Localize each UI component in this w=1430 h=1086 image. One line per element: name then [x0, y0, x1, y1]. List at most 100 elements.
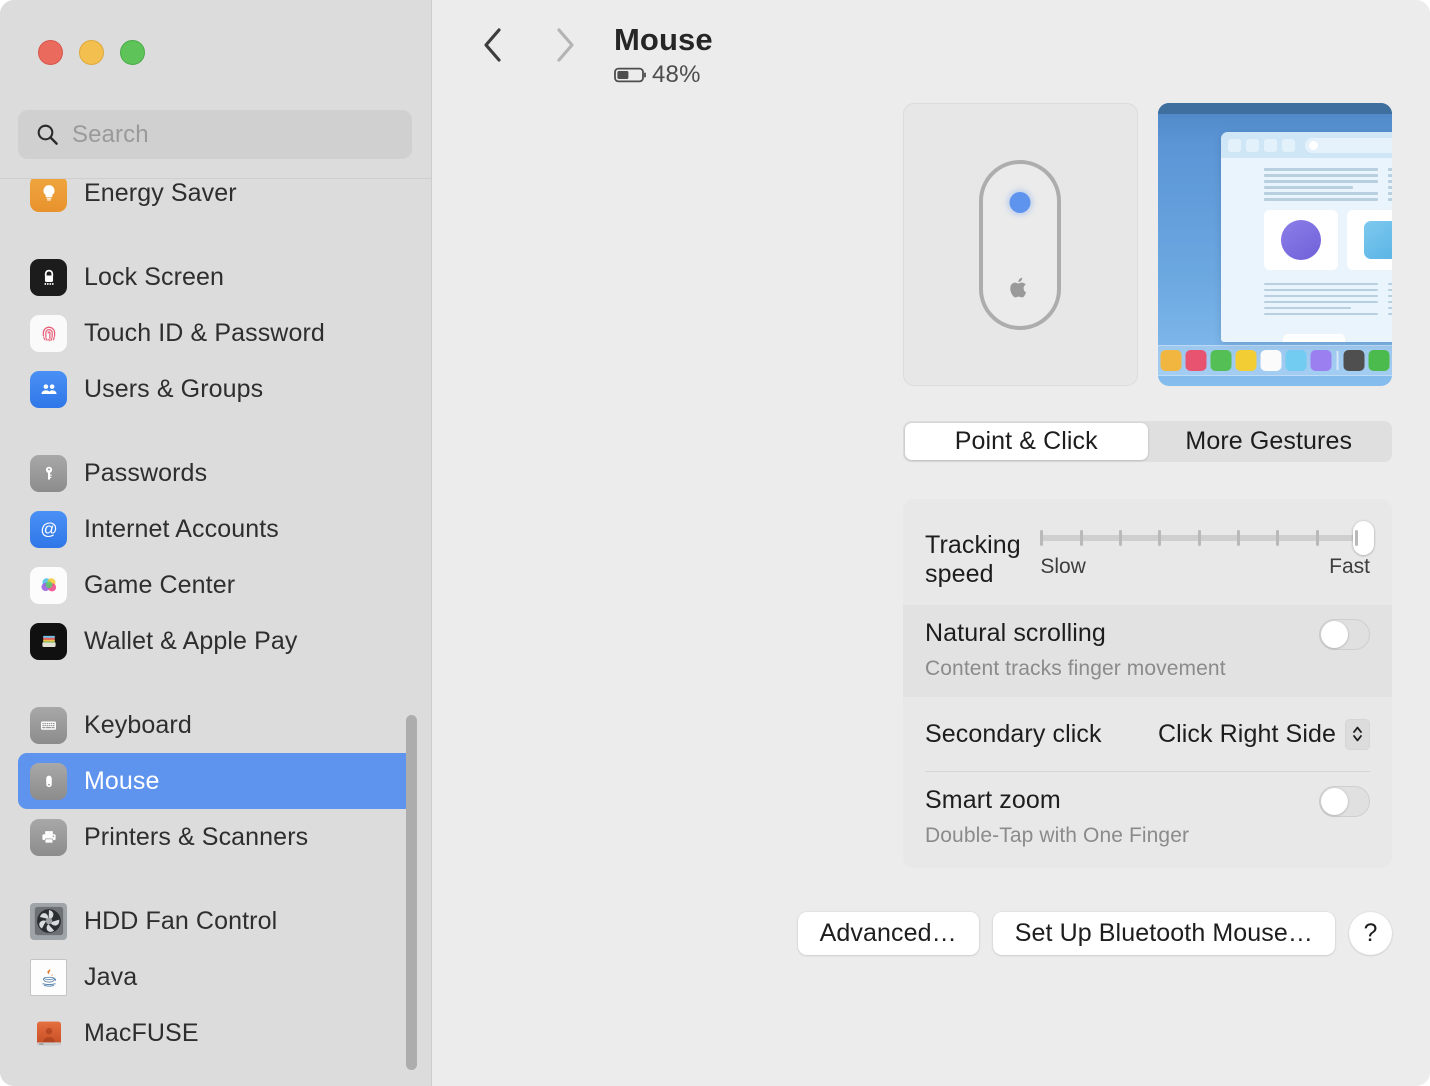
scroll-indicator-dot: [1009, 191, 1031, 213]
demo-text-column: [1263, 279, 1379, 315]
mouse-device-preview: [903, 103, 1138, 386]
sidebar-item-label: Java: [84, 962, 138, 991]
settings-card: Tracking speed Slow Fast Natural scrolli…: [903, 499, 1392, 868]
back-button[interactable]: [470, 22, 516, 68]
sidebar-item-label: Printers & Scanners: [84, 822, 309, 851]
smart-zoom-toggle[interactable]: [1319, 786, 1370, 817]
sidebar-item-label: HDD Fan Control: [84, 906, 278, 935]
dock-icon: [1368, 350, 1390, 371]
slider-range-labels: Slow Fast: [1040, 555, 1370, 579]
sidebar-item-printers-scanners[interactable]: Printers & Scanners: [18, 809, 414, 865]
sidebar-item-energy-saver[interactable]: Energy Saver: [18, 179, 414, 221]
secondary-click-popup[interactable]: Click Right Side: [1158, 718, 1370, 750]
slider-tick: [1197, 530, 1201, 546]
sidebar-item-label: Wallet & Apple Pay: [84, 626, 298, 655]
demo-text-column: [1263, 164, 1379, 201]
dock-icon: [1285, 350, 1307, 371]
search-container: Search: [18, 110, 412, 159]
sidebar-item-label: Energy Saver: [84, 179, 237, 207]
demo-address-bar: [1304, 137, 1392, 153]
users-groups-icon: [30, 370, 67, 408]
demo-bottom-card: [1282, 334, 1345, 342]
sidebar-item-java[interactable]: Java: [18, 949, 414, 1005]
sidebar-scrollbar-thumb[interactable]: [406, 715, 417, 1070]
secondary-click-row[interactable]: Secondary click Click Right Side: [903, 697, 1392, 771]
dock-icon: [1160, 350, 1182, 371]
slider-min-label: Slow: [1040, 555, 1086, 578]
tab-point-and-click[interactable]: Point & Click: [905, 423, 1148, 460]
chevron-right-icon: [557, 28, 574, 62]
demo-shape-card: [1263, 209, 1338, 270]
search-input[interactable]: Search: [18, 110, 412, 159]
forward-button[interactable]: [542, 22, 588, 68]
sidebar-item-label: Mouse: [84, 766, 160, 795]
slider-tick: [1040, 530, 1044, 546]
smart-zoom-row[interactable]: Smart zoom Double-Tap with One Finger: [903, 772, 1392, 868]
tracking-speed-slider[interactable]: [1040, 521, 1374, 555]
demo-titlebar-dot: [1263, 138, 1277, 152]
demo-body: [1221, 158, 1392, 315]
demo-text-column: [1388, 164, 1392, 201]
sidebar-item-label: Touch ID & Password: [84, 318, 325, 347]
page-title: Mouse: [614, 22, 713, 57]
set-up-bluetooth-mouse-button[interactable]: Set Up Bluetooth Mouse…: [992, 912, 1335, 955]
sidebar-item-game-center[interactable]: Game Center: [18, 557, 414, 613]
sidebar-item-passwords[interactable]: Passwords: [18, 445, 414, 501]
slider-tick: [1079, 530, 1083, 546]
svg-text:@: @: [40, 520, 57, 539]
smart-zoom-label: Smart zoom: [925, 786, 1061, 814]
tab-more-gestures[interactable]: More Gestures: [1148, 423, 1391, 460]
internet-accounts-icon: @: [30, 510, 67, 548]
preview-row: [903, 103, 1392, 386]
sidebar-item-internet-accounts[interactable]: @ Internet Accounts: [18, 501, 414, 557]
sidebar-item-mouse[interactable]: Mouse: [18, 753, 414, 809]
search-placeholder: Search: [72, 120, 149, 148]
natural-scrolling-toggle[interactable]: [1319, 619, 1370, 650]
demo-titlebar-dot: [1281, 138, 1295, 152]
sidebar-item-hdd-fan-control[interactable]: HDD Fan Control: [18, 893, 414, 949]
demo-top-strip: [1157, 103, 1392, 114]
printers-icon: [30, 818, 67, 856]
dock-icon: [1235, 350, 1257, 371]
close-button[interactable]: [38, 40, 63, 65]
zoom-button[interactable]: [120, 40, 145, 65]
header: Mouse 48%: [432, 0, 1430, 100]
sidebar-item-lock-screen[interactable]: Lock Screen: [18, 249, 414, 305]
sidebar-item-label: Users & Groups: [84, 374, 264, 403]
java-icon: [30, 958, 67, 996]
sidebar-item-touch-id[interactable]: Touch ID & Password: [18, 305, 414, 361]
slider-tick: [1158, 530, 1162, 546]
sidebar-item-keyboard[interactable]: Keyboard: [18, 697, 414, 753]
natural-scrolling-row[interactable]: Natural scrolling Content tracks finger …: [903, 605, 1392, 697]
title-block: Mouse 48%: [614, 22, 713, 89]
sidebar-item-label: Internet Accounts: [84, 514, 279, 543]
magic-mouse-illustration: [979, 159, 1062, 330]
sidebar-item-macfuse[interactable]: MacFUSE: [18, 1005, 414, 1061]
sidebar-item-wallet[interactable]: Wallet & Apple Pay: [18, 613, 414, 669]
stepper-button[interactable]: [1345, 718, 1370, 750]
minimize-button[interactable]: [79, 40, 104, 65]
slider-tick: [1315, 530, 1319, 546]
sidebar-item-label: Game Center: [84, 570, 236, 599]
advanced-button[interactable]: Advanced…: [797, 912, 979, 955]
demo-shape-cards: [1263, 209, 1392, 270]
demo-window: [1220, 132, 1392, 342]
dock-icon: [1260, 350, 1282, 371]
sidebar-item-users-groups[interactable]: Users & Groups: [18, 361, 414, 417]
wallet-icon: [30, 622, 67, 660]
sidebar: Search Energy Saver Lock Screen Touch ID…: [0, 0, 432, 1086]
sidebar-scrollbar[interactable]: [406, 700, 417, 1080]
help-button[interactable]: ?: [1349, 912, 1392, 955]
sidebar-item-label: Keyboard: [84, 710, 192, 739]
battery-icon: [614, 67, 646, 83]
demo-text-block-top: [1263, 164, 1392, 201]
demo-text-block-bottom: [1263, 279, 1392, 315]
dock-icon: [1343, 350, 1365, 371]
demo-text-column: [1388, 279, 1392, 315]
touch-id-icon: [30, 314, 67, 352]
battery-percent: 48%: [652, 61, 701, 88]
dock-separator: [1336, 351, 1339, 370]
